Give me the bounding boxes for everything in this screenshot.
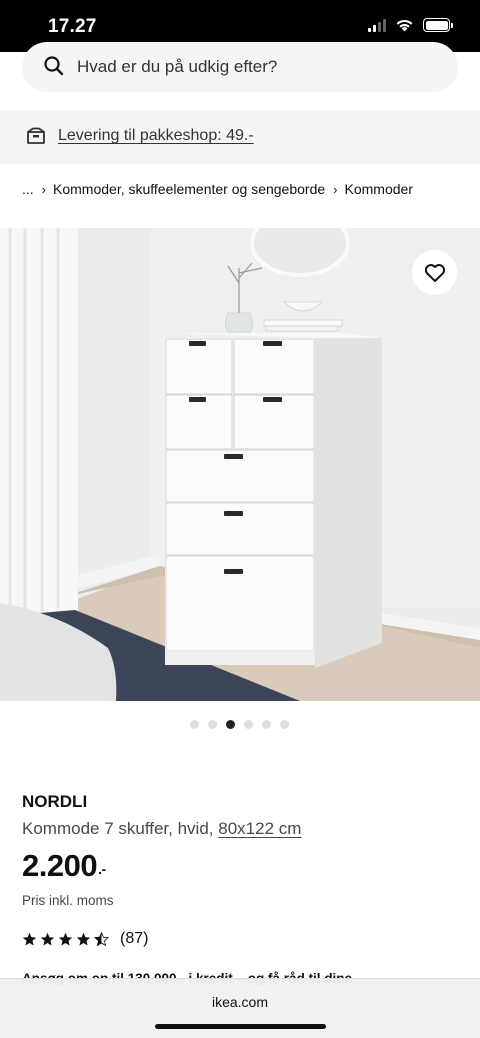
price-value: 2.200 [22, 848, 98, 883]
product-description-text: Kommode 7 skuffer, hvid, [22, 819, 214, 838]
product-size-link[interactable]: 80x122 cm [218, 819, 301, 838]
star-icon [40, 932, 55, 945]
search-icon [44, 56, 64, 76]
star-icon [22, 932, 37, 945]
status-time: 17.27 [48, 16, 97, 37]
url-text[interactable]: ikea.com [0, 994, 480, 1010]
status-icons [368, 18, 453, 32]
product-price: 2.200.- [22, 848, 106, 884]
breadcrumb-item-dressers[interactable]: Kommoder [345, 181, 413, 197]
delivery-link[interactable]: Levering til pakkeshop: 49.- [58, 127, 254, 145]
carousel-dot[interactable] [226, 720, 235, 729]
rating-count: (87) [120, 930, 149, 947]
chevron-right-icon: › [333, 181, 338, 197]
breadcrumb: ... › Kommoder, skuffeelementer og senge… [22, 181, 413, 197]
home-indicator[interactable] [155, 1024, 326, 1029]
signal-icon [368, 18, 386, 32]
star-icon [58, 932, 73, 945]
heart-icon [424, 263, 445, 282]
carousel-dots [190, 720, 289, 729]
breadcrumb-ellipsis[interactable]: ... [22, 181, 34, 197]
search-input[interactable]: Hvad er du på udkig efter? [22, 42, 458, 92]
price-note: Pris inkl. moms [22, 893, 114, 908]
product-name: NORDLI [22, 792, 88, 811]
chevron-right-icon: › [41, 181, 47, 197]
wifi-icon [396, 19, 413, 32]
product-image[interactable] [0, 228, 480, 701]
carousel-dot[interactable] [280, 720, 289, 729]
battery-icon [423, 18, 453, 32]
rating-stars [22, 931, 109, 947]
breadcrumb-item-dressers-category[interactable]: Kommoder, skuffeelementer og sengeborde [53, 181, 325, 197]
price-suffix: .- [98, 861, 106, 877]
star-icon [76, 932, 91, 945]
delivery-banner: Levering til pakkeshop: 49.- [0, 110, 480, 164]
browser-bar: ikea.com [0, 978, 480, 1038]
truck-icon [27, 127, 45, 144]
favourite-button[interactable] [412, 250, 457, 295]
carousel-dot[interactable] [190, 720, 199, 729]
product-rating[interactable]: (87) [22, 930, 148, 948]
search-placeholder: Hvad er du på udkig efter? [77, 57, 278, 76]
carousel-dot[interactable] [208, 720, 217, 729]
carousel-dot[interactable] [244, 720, 253, 729]
product-description: Kommode 7 skuffer, hvid, 80x122 cm [22, 819, 301, 839]
star-icon [94, 931, 109, 946]
carousel-dot[interactable] [262, 720, 271, 729]
